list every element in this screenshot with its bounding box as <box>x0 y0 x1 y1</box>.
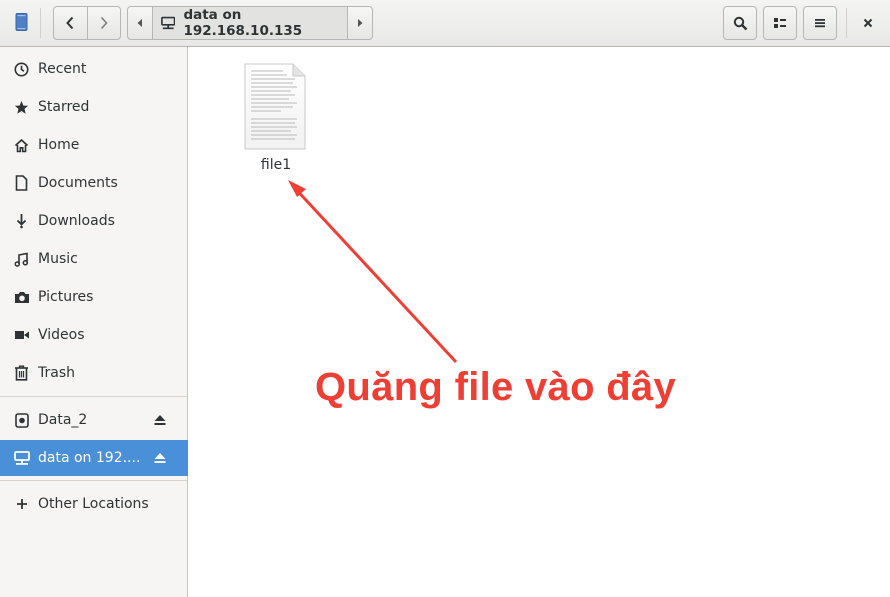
trash-icon <box>13 365 30 382</box>
sidebar-item-network-share[interactable]: data on 192.... <box>0 440 188 476</box>
search-button[interactable] <box>723 6 757 40</box>
triangle-right-icon <box>358 19 363 27</box>
hamburger-menu-icon <box>815 19 825 28</box>
history-nav <box>53 6 121 40</box>
path-bar: data on 192.168.10.135 <box>127 6 373 40</box>
sidebar-item-downloads[interactable]: Downloads <box>0 203 188 239</box>
header-separator <box>40 8 41 38</box>
back-button[interactable] <box>54 7 87 39</box>
plus-icon <box>13 496 30 513</box>
sidebar-item-home[interactable]: Home <box>0 127 188 163</box>
menu-button[interactable] <box>803 6 837 40</box>
sidebar-item-label: Data_2 <box>38 412 88 428</box>
home-icon <box>13 137 30 154</box>
sidebar-item-label: Videos <box>38 327 85 343</box>
path-crumb-current[interactable]: data on 192.168.10.135 <box>152 7 348 39</box>
chevron-left-icon <box>66 16 74 30</box>
sidebar-item-music[interactable]: Music <box>0 241 188 277</box>
path-scroll-left-button[interactable] <box>128 7 152 39</box>
close-button[interactable] <box>853 8 883 38</box>
path-crumb-label: data on 192.168.10.135 <box>183 7 303 39</box>
network-folder-icon <box>161 16 176 30</box>
sidebar-item-label: Starred <box>38 99 90 115</box>
sidebar-item-label: Trash <box>38 365 75 381</box>
file-view: file1 Quăng file vào đây <box>189 47 890 597</box>
sidebar-item-videos[interactable]: Videos <box>0 317 188 353</box>
sidebar-separator <box>0 480 187 481</box>
list-view-icon <box>774 18 786 28</box>
eject-icon[interactable] <box>152 412 168 428</box>
sidebar-item-label: data on 192.... <box>38 450 141 466</box>
clock-icon <box>13 61 30 78</box>
sidebar-item-label: Recent <box>38 61 87 77</box>
music-icon <box>13 251 30 268</box>
sidebar: Recent Starred Home Documents Downloads … <box>0 47 188 597</box>
sidebar-separator <box>0 396 187 397</box>
drop-here-annotation: Quăng file vào đây <box>315 365 677 409</box>
document-icon <box>13 175 30 192</box>
sidebar-item-label: Documents <box>38 175 118 191</box>
close-icon <box>863 18 873 28</box>
chevron-right-icon <box>100 16 108 30</box>
drive-icon <box>13 412 30 429</box>
sidebar-item-recent[interactable]: Recent <box>0 51 188 87</box>
sidebar-item-label: Home <box>38 137 80 153</box>
sidebar-item-label: Music <box>38 251 78 267</box>
path-scroll-right-button[interactable] <box>348 7 372 39</box>
sidebar-item-label: Downloads <box>38 213 115 229</box>
sidebar-item-data-2[interactable]: Data_2 <box>0 402 188 438</box>
video-icon <box>13 327 30 344</box>
network-folder-icon <box>13 450 30 467</box>
triangle-left-icon <box>137 19 142 27</box>
sidebar-item-documents[interactable]: Documents <box>0 165 188 201</box>
camera-icon <box>13 289 30 306</box>
sidebar-item-other-locations[interactable]: Other Locations <box>0 486 188 522</box>
sidebar-item-trash[interactable]: Trash <box>0 355 188 391</box>
forward-button[interactable] <box>86 7 120 39</box>
search-icon <box>733 16 747 30</box>
header-bar: data on 192.168.10.135 <box>0 0 890 47</box>
sidebar-item-pictures[interactable]: Pictures <box>0 279 188 315</box>
header-separator <box>846 8 847 38</box>
eject-icon[interactable] <box>152 450 168 466</box>
star-icon <box>13 99 30 116</box>
sidebar-item-label: Other Locations <box>38 496 149 512</box>
download-icon <box>13 213 30 230</box>
annotation-arrow-icon <box>288 180 458 364</box>
sidebar-item-label: Pictures <box>38 289 94 305</box>
files-app-icon <box>15 13 29 32</box>
view-mode-button[interactable] <box>763 6 797 40</box>
sidebar-item-starred[interactable]: Starred <box>0 89 188 125</box>
